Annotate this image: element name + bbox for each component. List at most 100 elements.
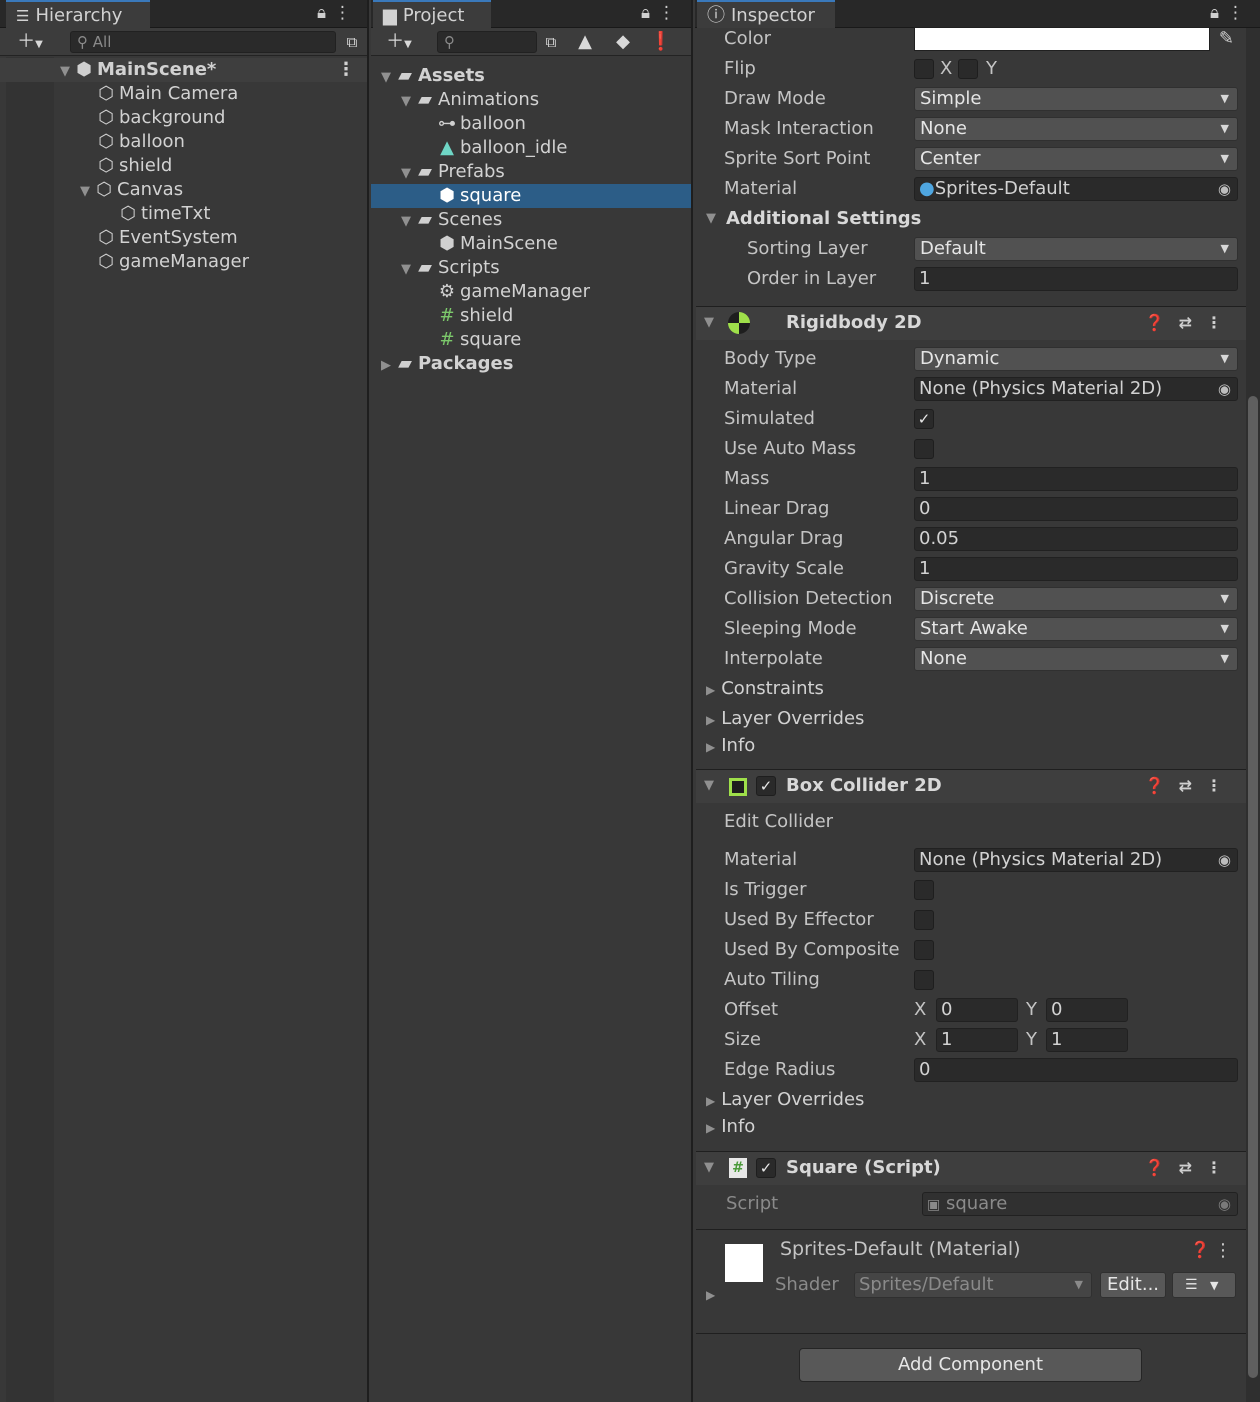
help-icon[interactable]: ❓ <box>1190 1240 1210 1259</box>
asset-balloon-controller[interactable]: ⊶ balloon <box>371 112 691 136</box>
more-menu-icon[interactable]: ⋮ <box>1227 3 1252 23</box>
folder-packages[interactable]: ▶ ▰ Packages <box>371 352 691 376</box>
shader-options-button[interactable]: ☰ ▼ <box>1172 1272 1236 1298</box>
flip-y-checkbox[interactable] <box>958 59 978 79</box>
rigidbody-header[interactable]: ▼ Rigidbody 2D ❓⇄⋮ <box>696 306 1246 340</box>
asset-square-script[interactable]: # square <box>371 328 691 352</box>
body-type-dropdown[interactable]: Dynamic ▼ <box>914 347 1238 371</box>
gravity-scale-input[interactable]: 1 <box>914 557 1238 581</box>
help-icon[interactable]: ❓ <box>1145 1158 1179 1177</box>
expand-arrow-icon[interactable]: ▼ <box>397 90 415 114</box>
expand-arrow-icon[interactable]: ▼ <box>56 60 74 84</box>
asset-mainscene[interactable]: ⬢ MainScene <box>371 232 691 256</box>
lock-icon[interactable]: 🔒︎ <box>1210 3 1227 23</box>
expand-arrow-icon[interactable]: ▼ <box>397 210 415 234</box>
more-menu-icon[interactable]: ⋮ <box>334 3 359 23</box>
sorting-layer-dropdown[interactable]: Default ▼ <box>914 237 1238 261</box>
folder-scripts[interactable]: ▼ ▰ Scripts <box>371 256 691 280</box>
collision-detection-dropdown[interactable]: Discrete ▼ <box>914 587 1238 611</box>
collapse-arrow-icon[interactable]: ▶ <box>377 354 395 378</box>
more-menu-icon[interactable]: ⋮ <box>1206 313 1236 332</box>
hierarchy-item-background[interactable]: ⬡ background <box>0 106 367 130</box>
scrollbar-thumb[interactable] <box>1248 396 1258 1378</box>
hierarchy-item-shield[interactable]: ⬡ shield <box>0 154 367 178</box>
bc-info-foldout[interactable]: ▶ Info <box>706 1114 755 1140</box>
offset-x-input[interactable]: 0 <box>936 998 1018 1022</box>
folder-prefabs[interactable]: ▼ ▰ Prefabs <box>371 160 691 184</box>
scene-menu-icon[interactable]: ⋮ <box>337 58 355 82</box>
hierarchy-item-main-camera[interactable]: ⬡ Main Camera <box>0 82 367 106</box>
shader-dropdown[interactable]: Sprites/Default ▼ <box>854 1272 1092 1298</box>
hierarchy-item-timetxt[interactable]: ⬡ timeTxt <box>0 202 367 226</box>
used-by-effector-checkbox[interactable] <box>914 910 934 930</box>
additional-settings-row[interactable]: ▼ Additional Settings <box>696 204 1238 234</box>
asset-gamemanager-script[interactable]: ⚙ gameManager <box>371 280 691 304</box>
script-header[interactable]: ▼ # ✓ Square (Script) ❓⇄⋮ <box>696 1151 1246 1185</box>
auto-tiling-checkbox[interactable] <box>914 970 934 990</box>
add-component-button[interactable]: Add Component <box>799 1348 1142 1382</box>
linear-drag-input[interactable]: 0 <box>914 497 1238 521</box>
folder-animations[interactable]: ▼ ▰ Animations <box>371 88 691 112</box>
interpolate-dropdown[interactable]: None ▼ <box>914 647 1238 671</box>
box-collider-enabled-checkbox[interactable]: ✓ <box>756 776 776 796</box>
bc-material-field[interactable]: None (Physics Material 2D) ◉ <box>914 848 1238 872</box>
used-by-composite-checkbox[interactable] <box>914 940 934 960</box>
is-trigger-checkbox[interactable] <box>914 880 934 900</box>
mask-interaction-dropdown[interactable]: None ▼ <box>914 117 1238 141</box>
search-scope-icon[interactable]: ⧉ <box>537 30 565 54</box>
sprite-material-field[interactable]: ●Sprites-Default ◉ <box>914 177 1238 201</box>
lock-icon[interactable]: 🔒︎ <box>641 3 658 23</box>
bc-layer-overrides-foldout[interactable]: ▶ Layer Overrides <box>706 1087 864 1113</box>
asset-square-prefab[interactable]: ⬢ square <box>371 184 691 208</box>
expand-arrow-icon[interactable]: ▼ <box>76 180 94 204</box>
inspector-scrollbar[interactable] <box>1246 28 1260 1402</box>
box-collider-header[interactable]: ▼ ✓ Box Collider 2D ❓⇄⋮ <box>696 769 1246 803</box>
simulated-checkbox[interactable]: ✓ <box>914 409 934 429</box>
preset-icon[interactable]: ⇄ <box>1179 1158 1206 1177</box>
create-button[interactable]: ＋▼ <box>10 30 50 54</box>
rb-layer-overrides-foldout[interactable]: ▶ Layer Overrides <box>706 706 864 732</box>
expand-arrow-icon[interactable]: ▼ <box>704 307 714 339</box>
draw-mode-dropdown[interactable]: Simple ▼ <box>914 87 1238 111</box>
create-button[interactable]: ＋▼ <box>379 30 419 54</box>
tab-project[interactable]: ▆ Project <box>373 0 491 28</box>
expand-arrow-icon[interactable]: ▼ <box>704 770 714 802</box>
eyedropper-icon[interactable]: ✎ <box>1219 24 1234 54</box>
hierarchy-item-eventsystem[interactable]: ⬡ EventSystem <box>0 226 367 250</box>
tab-hierarchy[interactable]: ☰ Hierarchy <box>6 0 150 28</box>
hierarchy-search-input[interactable]: ⚲ All <box>70 31 336 53</box>
angular-drag-input[interactable]: 0.05 <box>914 527 1238 551</box>
more-menu-icon[interactable]: ⋮ <box>658 3 683 23</box>
asset-shield-script[interactable]: # shield <box>371 304 691 328</box>
order-in-layer-input[interactable]: 1 <box>914 267 1238 291</box>
rb-info-foldout[interactable]: ▶ Info <box>706 733 755 759</box>
sprite-sort-point-dropdown[interactable]: Center ▼ <box>914 147 1238 171</box>
mass-input[interactable]: 1 <box>914 467 1238 491</box>
color-swatch[interactable] <box>914 27 1210 51</box>
lock-icon[interactable]: 🔒︎ <box>317 3 334 23</box>
expand-arrow-icon[interactable]: ▼ <box>706 204 716 234</box>
hierarchy-item-canvas[interactable]: ▼ ⬡ Canvas <box>0 178 367 202</box>
help-icon[interactable]: ❓ <box>1145 313 1179 332</box>
folder-scenes[interactable]: ▼ ▰ Scenes <box>371 208 691 232</box>
flip-x-checkbox[interactable] <box>914 59 934 79</box>
expand-arrow-icon[interactable]: ▼ <box>704 1152 714 1184</box>
size-y-input[interactable]: 1 <box>1046 1028 1128 1052</box>
object-picker-icon[interactable]: ◉ <box>1218 378 1231 400</box>
hierarchy-item-balloon[interactable]: ⬡ balloon <box>0 130 367 154</box>
constraints-foldout[interactable]: ▶ Constraints <box>706 676 824 702</box>
more-menu-icon[interactable]: ⋮ <box>1214 1240 1232 1261</box>
scene-row[interactable]: ▼ ⬢ MainScene* ⋮ <box>0 58 367 82</box>
expand-arrow-icon[interactable]: ▼ <box>377 66 395 90</box>
hierarchy-item-gamemanager[interactable]: ⬡ gameManager <box>0 250 367 274</box>
preset-icon[interactable]: ⇄ <box>1179 776 1206 795</box>
preset-icon[interactable]: ⇄ <box>1179 313 1206 332</box>
project-search-input[interactable]: ⚲ <box>437 31 537 53</box>
edit-collider-row[interactable]: Edit Collider <box>696 807 1238 837</box>
rb-material-field[interactable]: None (Physics Material 2D) ◉ <box>914 377 1238 401</box>
object-picker-icon[interactable]: ◉ <box>1218 178 1231 200</box>
edge-radius-input[interactable]: 0 <box>914 1058 1238 1082</box>
warning-icon[interactable]: ❗ <box>647 30 675 54</box>
expand-arrow-icon[interactable]: ▼ <box>397 258 415 282</box>
help-icon[interactable]: ❓ <box>1145 776 1179 795</box>
